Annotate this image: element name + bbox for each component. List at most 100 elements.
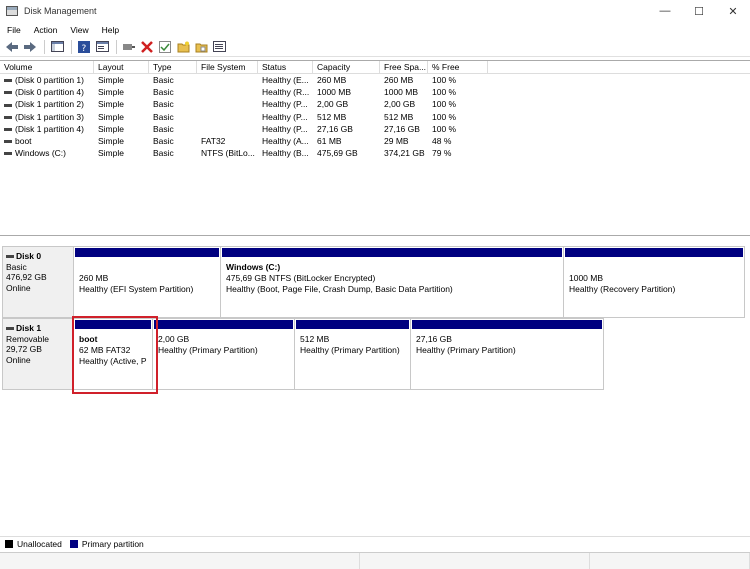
table-cell: Basic <box>153 87 174 98</box>
menu-action[interactable]: Action <box>27 25 64 35</box>
partition-bar <box>412 320 602 329</box>
disk-management-icon <box>6 6 18 16</box>
connect-icon[interactable] <box>121 39 137 55</box>
table-cell: 2,00 GB <box>317 99 349 110</box>
disk-1-partition-4[interactable]: 27,16 GB Healthy (Primary Partition) <box>411 319 604 389</box>
disk-0-partition-efi[interactable]: 260 MB Healthy (EFI System Partition) <box>74 247 221 317</box>
column-percent-free[interactable]: % Free <box>428 61 488 73</box>
table-row[interactable]: (Disk 1 partition 3) Simple Basic Healthy (… <box>0 111 750 123</box>
menu-view[interactable]: View <box>63 25 94 35</box>
disk-0-info[interactable]: Disk 0 Basic 476,92 GB Online <box>2 246 74 318</box>
partition-name: Windows (C:) <box>226 262 281 272</box>
check-icon[interactable] <box>157 39 173 55</box>
table-cell: 475,69 GB <box>317 148 358 159</box>
back-arrow-icon[interactable] <box>4 39 20 55</box>
table-cell: FAT32 <box>201 135 226 146</box>
table-cell: Healthy (B... <box>262 148 309 159</box>
table-cell: (Disk 1 partition 3) <box>0 111 94 123</box>
disk-1-name: Disk 1 <box>16 323 42 333</box>
console-tree-icon[interactable] <box>49 39 65 55</box>
column-capacity[interactable]: Capacity <box>313 61 380 73</box>
table-cell: 48 % <box>432 135 452 146</box>
table-cell: Healthy (P... <box>262 99 308 110</box>
close-button[interactable]: ✕ <box>716 0 750 22</box>
table-cell: 100 % <box>432 111 457 122</box>
volume-list[interactable]: Volume Layout Type File System Status Ca… <box>0 60 750 236</box>
maximize-button[interactable]: ☐ <box>682 0 716 22</box>
table-row[interactable]: (Disk 1 partition 2) Simple Basic Healthy (… <box>0 98 750 110</box>
partition-status: Healthy (Primary Partition) <box>158 345 258 355</box>
table-cell: Healthy (P... <box>262 111 308 122</box>
disk-0-status: Online <box>6 282 31 293</box>
table-cell: 512 MB <box>384 111 414 122</box>
legend-unallocated: Unallocated <box>17 538 62 549</box>
table-cell: Basic <box>153 99 174 110</box>
table-cell: (Disk 0 partition 4) <box>0 86 94 98</box>
new-folder-icon[interactable] <box>193 39 209 55</box>
disk-icon <box>6 326 14 330</box>
table-cell: boot <box>0 135 94 147</box>
table-row[interactable]: (Disk 1 partition 4) Simple Basic Healthy (… <box>0 123 750 135</box>
disk-1-size: 29,72 GB <box>6 344 42 354</box>
status-bar <box>0 552 750 569</box>
table-cell <box>197 98 258 110</box>
partition-size: 1000 MB <box>569 273 604 283</box>
list-view-icon[interactable] <box>211 39 227 55</box>
disk-1-type: Removable <box>6 333 49 344</box>
menu-help[interactable]: Help <box>95 25 125 35</box>
disk-0-name: Disk 0 <box>16 251 42 261</box>
disk-1-partition-3[interactable]: 512 MB Healthy (Primary Partition) <box>295 319 411 389</box>
table-cell: 27,16 GB <box>317 123 353 134</box>
table-cell: Healthy (R... <box>262 87 310 98</box>
column-file-system[interactable]: File System <box>197 61 258 73</box>
table-cell: (Disk 1 partition 4) <box>0 123 94 135</box>
volume-table-header: Volume Layout Type File System Status Ca… <box>0 61 750 74</box>
menu-file[interactable]: File <box>0 25 27 35</box>
properties-icon[interactable] <box>94 39 110 55</box>
table-cell: Simple <box>98 87 124 98</box>
forward-arrow-icon[interactable] <box>22 39 38 55</box>
column-layout[interactable]: Layout <box>94 61 149 73</box>
table-cell: 260 MB <box>384 75 414 85</box>
disk-0-partition-windows[interactable]: Windows (C:) 475,69 GB NTFS (BitLocker E… <box>221 247 564 317</box>
column-free-space[interactable]: Free Spa... <box>380 61 428 73</box>
volume-icon <box>4 140 12 144</box>
disk-1-partition-2[interactable]: 2,00 GB Healthy (Primary Partition) <box>153 319 295 389</box>
volume-icon <box>4 91 12 95</box>
legend: Unallocated Primary partition <box>0 536 750 550</box>
partition-size: 27,16 GB <box>416 334 452 344</box>
help-icon[interactable]: ? <box>76 39 92 55</box>
volume-icon <box>4 152 12 156</box>
table-cell: Simple <box>98 123 124 134</box>
table-row[interactable]: boot Simple Basic FAT32 Healthy (A... 61 MB 29… <box>0 135 750 147</box>
column-type[interactable]: Type <box>149 61 197 73</box>
table-row[interactable]: (Disk 0 partition 1) Simple Basic Healthy (… <box>0 74 750 86</box>
table-row[interactable]: Windows (C:) Simple Basic NTFS (BitLo... Hea… <box>0 147 750 159</box>
disk-1-status: Online <box>6 354 31 365</box>
volume-icon <box>4 103 12 107</box>
column-volume[interactable]: Volume <box>0 61 94 73</box>
table-cell <box>197 111 258 123</box>
volume-icon <box>4 115 12 119</box>
table-cell: 1000 MB <box>317 87 352 98</box>
table-cell: Windows (C:) <box>0 147 94 159</box>
column-status[interactable]: Status <box>258 61 313 73</box>
table-cell: Basic <box>153 135 174 146</box>
table-row[interactable]: (Disk 0 partition 4) Simple Basic Healthy (… <box>0 86 750 98</box>
folder-icon[interactable] <box>175 39 191 55</box>
delete-icon[interactable] <box>139 39 155 55</box>
partition-status: Healthy (EFI System Partition) <box>79 284 194 294</box>
table-cell <box>197 74 258 86</box>
table-cell: 260 MB <box>317 75 347 85</box>
table-cell: Healthy (E... <box>262 75 309 85</box>
table-cell: Simple <box>98 148 124 159</box>
minimize-button[interactable]: — <box>648 0 682 22</box>
table-cell: Simple <box>98 111 124 122</box>
disk-1-info[interactable]: Disk 1 Removable 29,72 GB Online <box>2 318 74 390</box>
menu-bar: File Action View Help <box>0 22 750 37</box>
table-cell: 100 % <box>432 75 457 85</box>
table-cell: 61 MB <box>317 135 342 146</box>
disk-0-partition-recovery[interactable]: 1000 MB Healthy (Recovery Partition) <box>564 247 745 317</box>
table-cell: (Disk 1 partition 2) <box>0 98 94 110</box>
table-cell: 100 % <box>432 99 457 110</box>
